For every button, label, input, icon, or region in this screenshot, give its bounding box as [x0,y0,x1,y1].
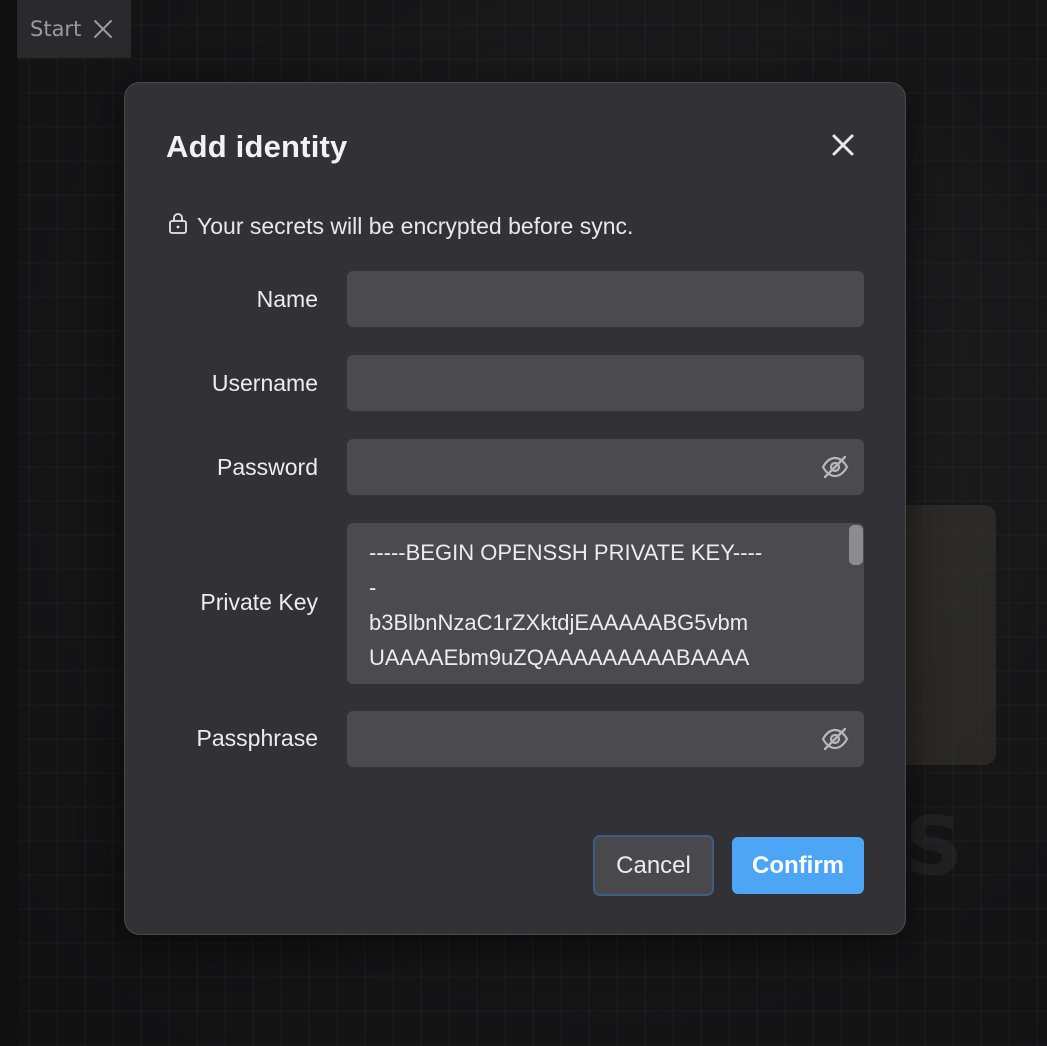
lock-icon [167,211,189,241]
left-edge [0,0,18,1046]
passphrase-label: Passphrase [196,725,318,751]
passphrase-field[interactable] [347,711,864,767]
password-label: Password [217,454,318,480]
background-decoration: S [905,800,963,893]
private-key-line: b3BlbnNzaC1rZXktdjEAAAAABG5vbm [369,610,749,635]
username-label: Username [211,370,318,396]
tab-label: Start [30,17,82,41]
private-key-line: -----BEGIN OPENSSH PRIVATE KEY---- [369,540,763,565]
name-field[interactable] [347,271,864,327]
close-icon[interactable] [93,19,113,39]
password-field[interactable] [347,439,864,495]
dialog-title: Add identity [166,129,348,164]
confirm-button[interactable]: Confirm [732,837,864,894]
encryption-notice: Your secrets will be encrypted before sy… [167,211,633,241]
close-icon[interactable] [827,129,859,161]
username-field[interactable] [347,355,864,411]
private-key-line: UAAAAEbm9uZQAAAAAAAAABAAAA [369,645,750,670]
private-key-label: Private Key [200,589,318,615]
eye-off-icon[interactable] [820,452,850,482]
add-identity-dialog: Add identity Your secrets will be encryp… [124,82,906,935]
eye-off-icon[interactable] [820,724,850,754]
tab-start[interactable]: Start [17,0,131,58]
cancel-button[interactable]: Cancel [593,835,714,896]
private-key-textarea[interactable]: -----BEGIN OPENSSH PRIVATE KEY---- - b3B… [347,523,864,684]
name-label: Name [256,286,318,312]
private-key-line: - [369,575,377,600]
private-key-scrollbar[interactable] [849,525,863,565]
notice-text: Your secrets will be encrypted before sy… [197,212,634,239]
